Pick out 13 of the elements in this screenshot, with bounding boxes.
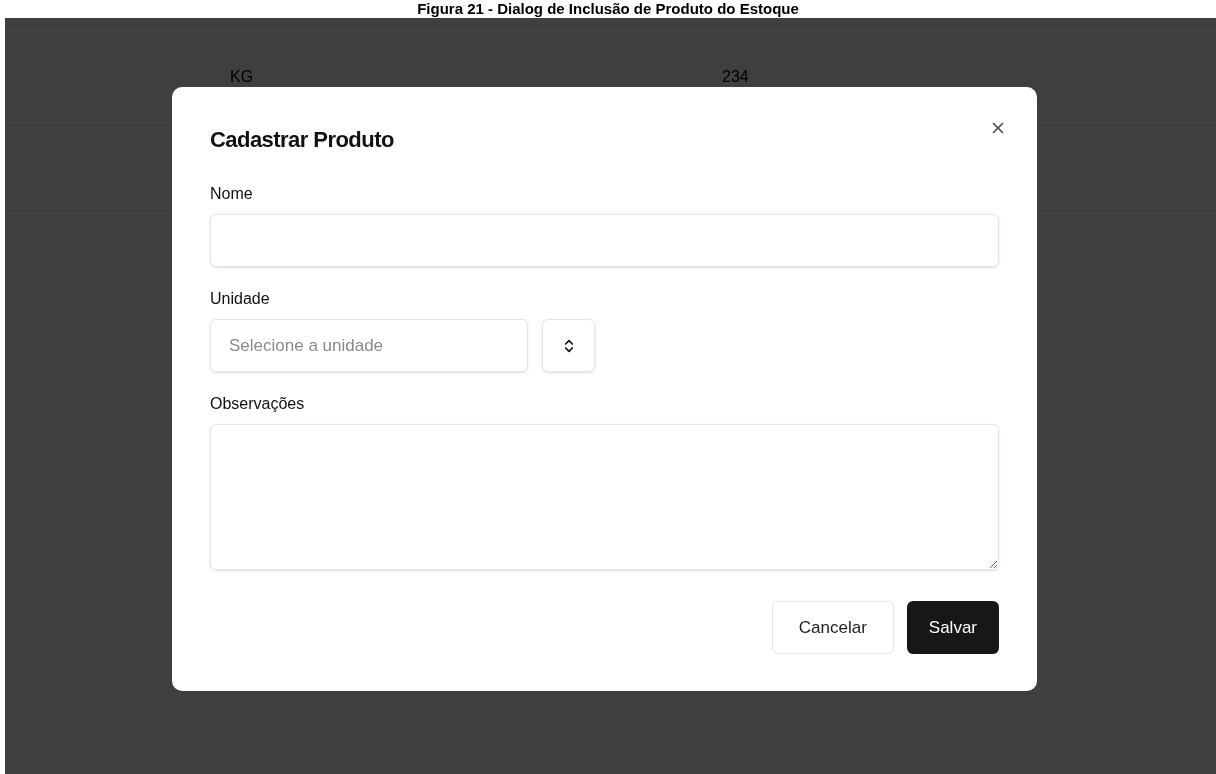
table-cell-text: KG [230,66,255,87]
dialog-title: Cadastrar Produto [210,126,395,154]
field-label: Unidade [210,289,271,309]
table-cell-text: 234 [722,66,749,87]
notes-textarea-field[interactable] [210,424,999,570]
field-label: Observações [210,394,306,414]
cancel-button[interactable]: Cancelar [771,601,894,654]
chevron-toggle-button[interactable] [542,319,595,372]
field-label: Nome [210,184,254,204]
save-button[interactable]: Salvar [906,601,999,654]
name-input-field[interactable] [210,214,999,267]
figure-caption: Figura 21 - Dialog de Inclusão de Produto do Estoque [417,1,799,17]
unit-select-field[interactable]: Selecione a unidade [210,319,528,372]
